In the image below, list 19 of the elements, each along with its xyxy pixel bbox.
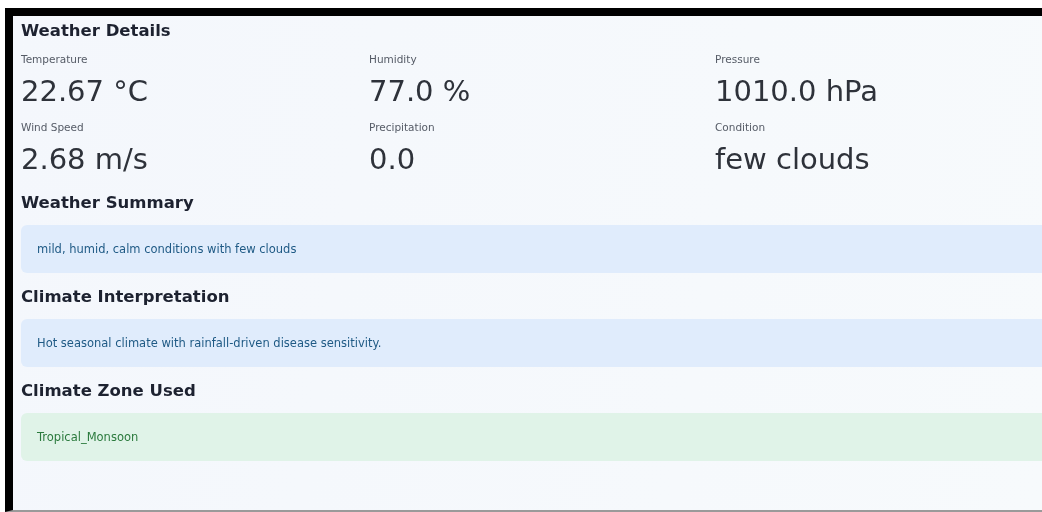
info-message: mild, humid, calm conditions with few clouds xyxy=(21,225,1042,273)
section-heading: Climate Interpretation xyxy=(21,286,231,308)
metric-label: Wind Speed xyxy=(21,120,85,135)
metric-value: 77.0 % xyxy=(369,73,472,110)
metric-label: Precipitation xyxy=(369,120,436,135)
success-message: Tropical_Monsoon xyxy=(21,413,1042,461)
metric-value: few clouds xyxy=(715,141,871,178)
panel-title: Weather Details xyxy=(21,20,172,42)
metric-value: 2.68 m/s xyxy=(21,141,149,178)
metric-value: 0.0 xyxy=(369,141,417,178)
metric-label: Condition xyxy=(715,120,767,135)
info-message: Hot seasonal climate with rainfall-driven disease sensitivity. xyxy=(21,319,1042,367)
metric-label: Pressure xyxy=(715,52,761,67)
section-heading: Weather Summary xyxy=(21,192,195,214)
metric-label: Temperature xyxy=(21,52,89,67)
metric-value: 22.67 °C xyxy=(21,73,149,110)
metric-value: 1010.0 hPa xyxy=(715,73,880,110)
section-heading: Climate Zone Used xyxy=(21,380,197,402)
metric-label: Humidity xyxy=(369,52,418,67)
